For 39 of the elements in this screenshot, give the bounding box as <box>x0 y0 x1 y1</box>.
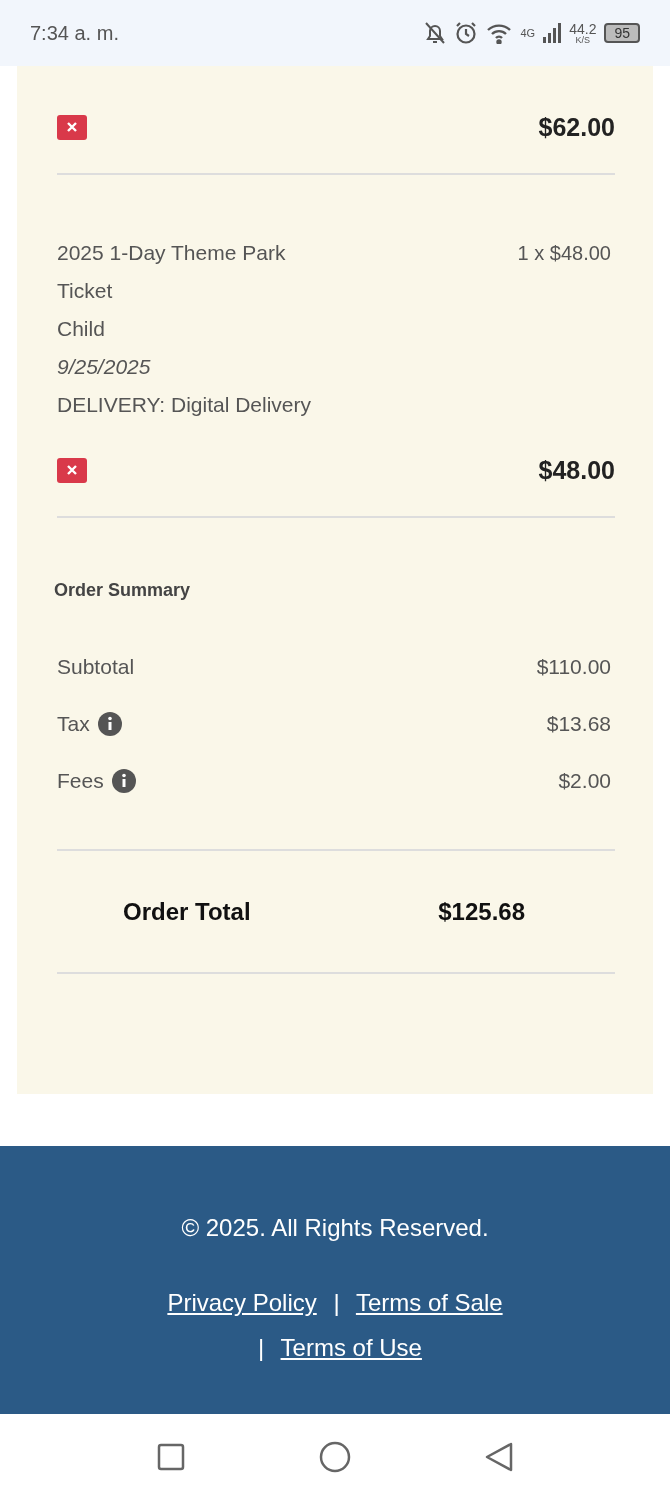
close-icon <box>67 122 77 132</box>
copyright: © 2025. All Rights Reserved. <box>181 1213 489 1243</box>
total-value: $125.68 <box>438 897 525 926</box>
item-detail: Child <box>57 316 106 342</box>
wifi-icon <box>486 22 513 44</box>
summary-label: Fees <box>57 768 104 793</box>
remove-button[interactable] <box>57 457 87 483</box>
battery-level: 95 <box>604 23 640 43</box>
item-price: $48.00 <box>538 455 615 485</box>
summary-value: $13.68 <box>546 711 611 736</box>
summary-label: Subtotal <box>57 654 135 679</box>
muted-bell-icon <box>424 21 447 45</box>
summary-label: Tax <box>57 711 90 736</box>
network-type: 4G <box>520 27 536 39</box>
item-price: $62.00 <box>538 112 615 142</box>
item-detail: DELIVERY: Digital Delivery <box>57 392 313 418</box>
home-icon[interactable] <box>319 1441 351 1473</box>
back-icon[interactable] <box>485 1442 513 1472</box>
network-speed: 44.2 <box>569 21 597 36</box>
info-icon[interactable] <box>97 711 122 736</box>
footer-link[interactable]: Privacy Policy <box>167 1289 317 1316</box>
item-quantity: 1 x $48.00 <box>517 241 612 266</box>
info-icon[interactable] <box>111 768 136 793</box>
remove-button[interactable] <box>57 114 87 140</box>
item-date: 9/25/2025 <box>57 354 152 380</box>
recents-icon[interactable] <box>157 1443 185 1471</box>
signal-icon <box>543 23 562 43</box>
status-time: 7:34 a. m. <box>30 21 119 45</box>
link-separator: | <box>333 1289 340 1316</box>
summary-title: Order Summary <box>54 579 192 602</box>
item-detail: 2025 1-Day Theme Park Ticket <box>57 240 287 304</box>
footer-link[interactable]: Terms of Sale <box>355 1289 503 1316</box>
summary-value: $2.00 <box>558 768 611 793</box>
summary-value: $110.00 <box>536 654 611 679</box>
footer-link[interactable]: Terms of Use <box>280 1334 422 1361</box>
link-separator: | <box>258 1334 265 1361</box>
total-label: Order Total <box>123 897 251 926</box>
speed-unit: K/S <box>575 35 591 45</box>
close-icon <box>67 465 77 475</box>
